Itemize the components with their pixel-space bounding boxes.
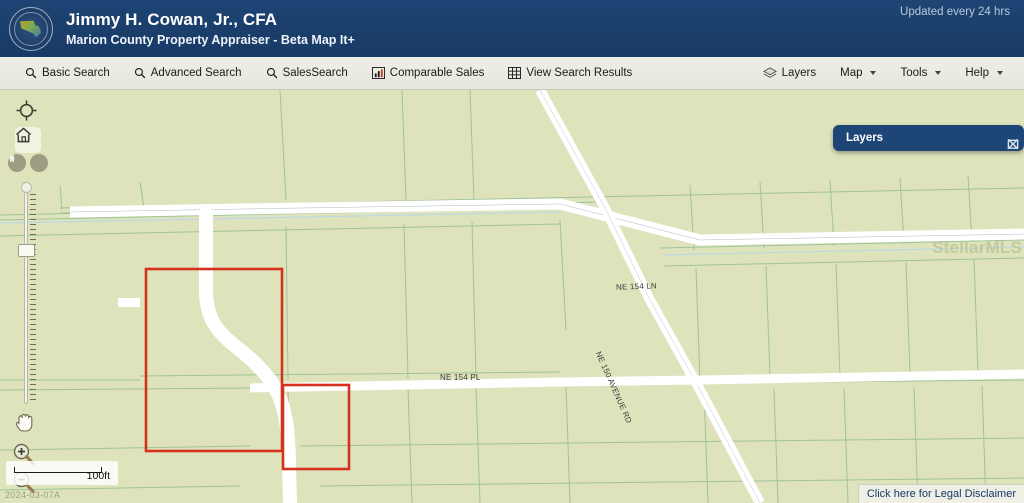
toolbar-advanced-search[interactable]: Advanced Search xyxy=(129,64,247,82)
chevron-down-icon xyxy=(997,71,1003,75)
grid-table-icon xyxy=(508,67,522,79)
toolbar-tools-menu[interactable]: Tools xyxy=(895,64,946,82)
zoom-slider-thumb[interactable] xyxy=(18,244,35,257)
toolbar-sales-search[interactable]: SalesSearch xyxy=(261,64,353,82)
app-header: Jimmy H. Cowan, Jr., CFA Marion County P… xyxy=(0,0,1024,57)
road-label-ne-154-pl: NE 154 PL xyxy=(440,373,481,382)
zoom-slider-ticks xyxy=(30,194,36,402)
scale-bar: 100ft xyxy=(6,461,118,485)
toolbar-basic-search-label: Basic Search xyxy=(42,67,110,79)
toolbar-layers-label: Layers xyxy=(781,67,817,79)
search-icon xyxy=(266,67,278,79)
updated-status: Updated every 24 hrs xyxy=(900,6,1010,18)
scale-bar-label: 100ft xyxy=(86,470,110,482)
road-label-ne-154-ln: NE 154 LN xyxy=(615,281,658,292)
map-vector-layer xyxy=(0,90,1024,503)
toolbar-map-menu[interactable]: Map xyxy=(835,64,881,82)
layers-panel-title: Layers xyxy=(846,132,884,144)
imagery-date-stamp: 2024-03-07A xyxy=(5,490,61,500)
toolbar-view-search-results-label: View Search Results xyxy=(526,67,633,79)
zoom-slider[interactable] xyxy=(17,182,36,412)
toolbar-advanced-search-label: Advanced Search xyxy=(150,67,242,79)
stellarmls-watermark: StellarMLS xyxy=(932,238,1022,257)
legal-disclaimer-link[interactable]: Click here for Legal Disclaimer xyxy=(857,484,1024,503)
layers-panel[interactable]: Layers xyxy=(833,125,1024,151)
page-subtitle: Marion County Property Appraiser - Beta … xyxy=(66,32,355,47)
map-canvas[interactable]: NE 154 LN NE 150 AVENUE RD NE 154 PL Ste… xyxy=(0,90,1024,503)
map-it-application: Jimmy H. Cowan, Jr., CFA Marion County P… xyxy=(0,0,1024,503)
parcel-boundaries xyxy=(0,90,1024,503)
toolbar-basic-search[interactable]: Basic Search xyxy=(20,64,115,82)
page-title: Jimmy H. Cowan, Jr., CFA xyxy=(66,9,278,29)
toolbar-comparable-sales[interactable]: Comparable Sales xyxy=(367,64,490,82)
chevron-down-icon xyxy=(935,71,942,75)
utility-lines xyxy=(0,90,1024,256)
search-icon xyxy=(134,67,146,79)
toolbar-tools-menu-label: Tools xyxy=(900,67,928,79)
toolbar-map-menu-label: Map xyxy=(840,67,863,79)
bar-chart-icon xyxy=(371,67,385,79)
map-control-rail xyxy=(0,90,52,503)
header-titles: Jimmy H. Cowan, Jr., CFA Marion County P… xyxy=(66,10,355,48)
toolbar-help-menu-label: Help xyxy=(965,67,989,79)
toolbar-help-menu[interactable]: Help xyxy=(960,64,1008,82)
toolbar-comparable-sales-label: Comparable Sales xyxy=(389,67,485,79)
layers-stack-icon xyxy=(762,66,777,80)
toolbar-layers[interactable]: Layers xyxy=(758,64,822,83)
highlighted-parcels xyxy=(144,267,351,471)
roads xyxy=(69,90,1024,503)
toolbar-left-group: Basic Search Advanced Search SalesSearch… xyxy=(20,64,651,82)
toolbar-view-search-results[interactable]: View Search Results xyxy=(503,64,637,82)
toolbar-right-group: Layers Map Tools Help xyxy=(750,64,1014,83)
home-icon[interactable] xyxy=(15,127,41,153)
chevron-down-icon xyxy=(870,71,877,75)
extent-nav-buttons xyxy=(8,154,48,172)
main-toolbar: Basic Search Advanced Search SalesSearch… xyxy=(0,57,1024,90)
zoom-slider-track[interactable] xyxy=(24,192,28,404)
search-icon xyxy=(25,67,37,79)
county-seal-icon xyxy=(9,6,53,51)
next-extent-icon[interactable] xyxy=(10,154,48,172)
toolbar-sales-search-label: SalesSearch xyxy=(282,67,348,79)
